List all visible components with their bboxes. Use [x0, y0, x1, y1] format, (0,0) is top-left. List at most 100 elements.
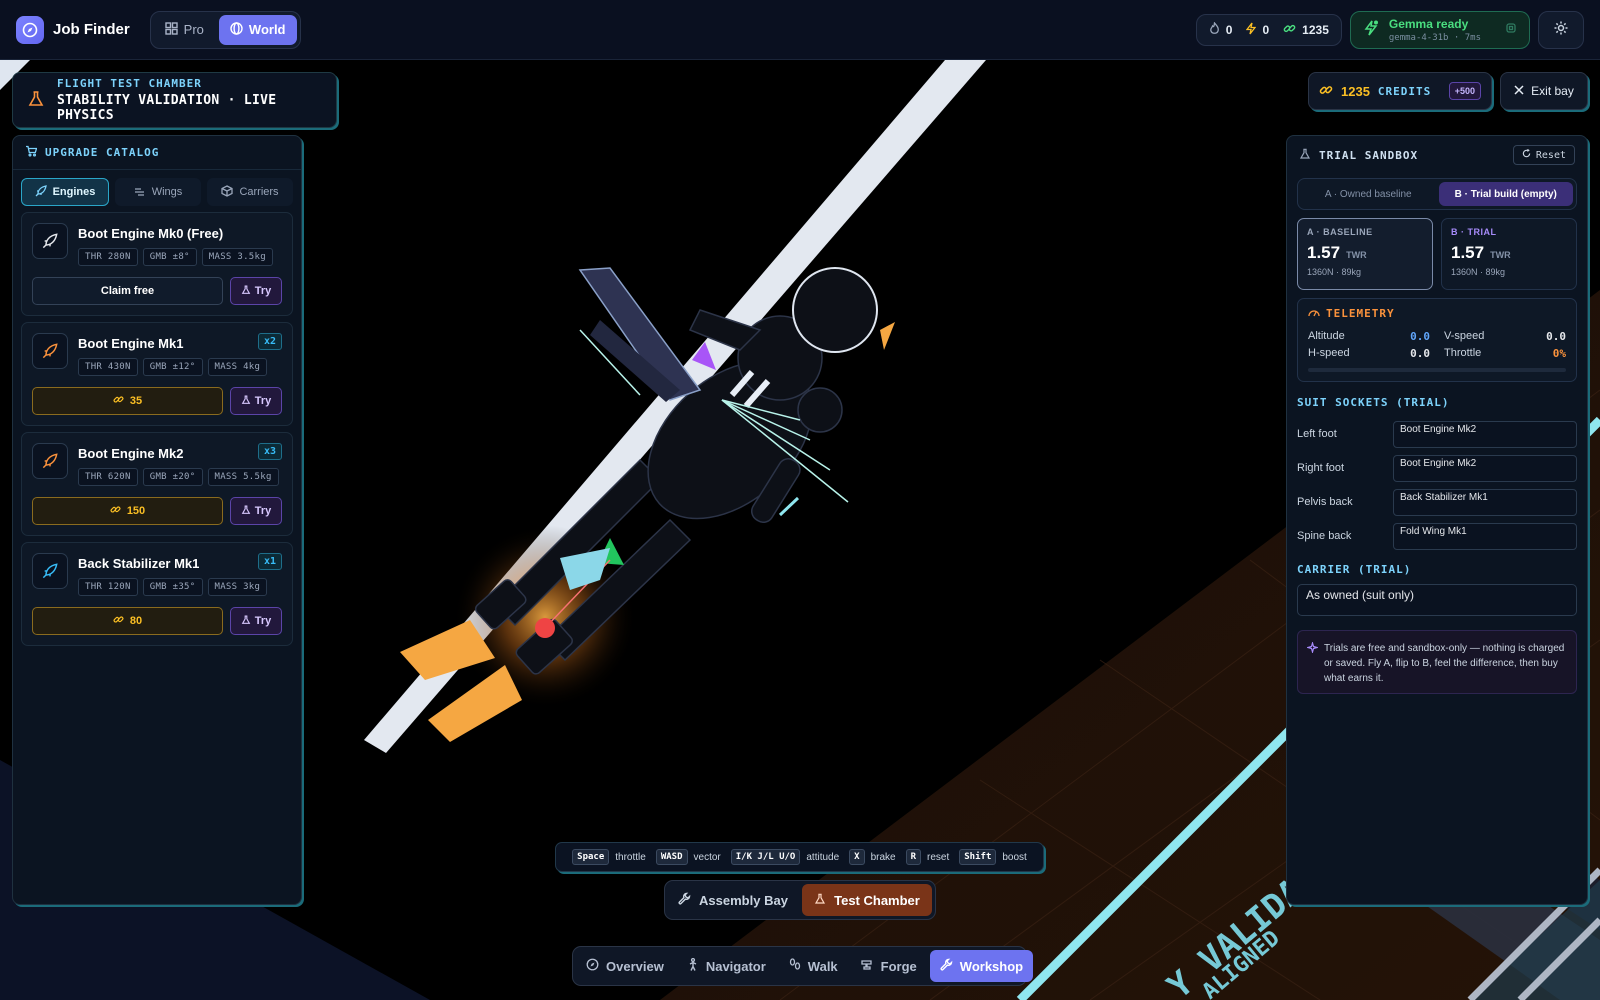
option-a-baseline[interactable]: A · Owned baseline: [1301, 182, 1436, 206]
try-label: Try: [254, 285, 272, 297]
ai-status[interactable]: Gemma ready gemma-4-31b · 7ms: [1349, 10, 1530, 49]
key-hint: Rreset: [905, 849, 950, 865]
item-name: Boot Engine Mk2: [78, 446, 184, 461]
baseline-meta: 1360N · 89kg: [1307, 267, 1362, 277]
wrench-icon: [678, 892, 691, 908]
catalog-title: UPGRADE CATALOG: [45, 146, 160, 159]
reset-button[interactable]: Reset: [1512, 145, 1575, 165]
credits-stat: 1235: [1283, 22, 1329, 38]
thrust-chip: THR 430N: [78, 358, 138, 376]
chamber-title: STABILITY VALIDATION · LIVE PHYSICS: [57, 93, 277, 123]
link-icon: [113, 614, 124, 628]
reset-label: Reset: [1535, 149, 1566, 161]
sockets-title: SUIT SOCKETS (TRIAL): [1297, 396, 1450, 409]
ab-toggle: A · Owned baseline B · Trial build (empt…: [1297, 178, 1577, 210]
add-credits-button[interactable]: +500: [1448, 82, 1481, 100]
owned-count-badge: x3: [257, 443, 282, 460]
compass-icon: [16, 15, 44, 44]
mass-chip: MASS 5.5kg: [207, 468, 279, 486]
key-label: X: [849, 849, 865, 865]
claim-free-button[interactable]: Claim free: [32, 277, 223, 305]
nav-overview[interactable]: Overview: [576, 950, 674, 982]
nav-forge-label: Forge: [880, 958, 917, 974]
brand[interactable]: Job Finder: [16, 15, 130, 44]
key-action: boost: [1002, 851, 1027, 863]
top-bar: Job Finder Pro World 0 0 1235 Gemma read…: [0, 0, 1600, 60]
tab-engines[interactable]: Engines: [21, 178, 109, 206]
try-button[interactable]: Try: [230, 387, 282, 415]
mode-world-label: World: [248, 22, 286, 37]
socket-label: Right foot: [1297, 462, 1345, 474]
socket-select-right-foot[interactable]: Boot Engine Mk2: [1393, 454, 1577, 482]
nav-navigator[interactable]: Navigator: [677, 950, 776, 982]
key-hint: Xbrake: [849, 849, 896, 865]
socket-label: Pelvis back: [1297, 496, 1353, 508]
link-icon: [110, 504, 121, 518]
key-label: R: [905, 849, 922, 865]
exit-bay-label: Exit bay: [1531, 84, 1574, 98]
key-hint: Shift boost: [959, 849, 1027, 865]
socket-select-pelvis-back[interactable]: Back Stabilizer Mk1: [1393, 488, 1577, 516]
try-button[interactable]: Try: [230, 277, 282, 305]
link-icon: [1283, 22, 1296, 38]
tab-carriers[interactable]: Carriers: [207, 178, 293, 206]
test-chamber-button[interactable]: Test Chamber: [802, 884, 932, 916]
buy-button[interactable]: 150: [32, 497, 223, 525]
buy-button[interactable]: 80: [32, 607, 223, 635]
altitude-value: 0.0: [1410, 330, 1430, 343]
socket-select-spine-back[interactable]: Fold Wing Mk1: [1393, 522, 1577, 550]
price-label: 35: [129, 395, 143, 407]
try-button[interactable]: Try: [230, 607, 282, 635]
energy-stat: 0: [1246, 22, 1269, 38]
nav-workshop[interactable]: Workshop: [929, 950, 1034, 982]
gimbal-chip: GMB ±35°: [142, 578, 203, 596]
key-action: attitude: [806, 851, 840, 863]
key-label: WASD: [655, 849, 688, 865]
socket-row: Spine back Fold Wing Mk1: [1297, 519, 1577, 553]
assembly-bay-button[interactable]: Assembly Bay: [668, 884, 798, 916]
sparkle-icon: [1305, 640, 1320, 658]
hspeed-value: 0.0: [1410, 347, 1430, 360]
socket-select-left-foot[interactable]: Boot Engine Mk2: [1393, 420, 1577, 448]
item-name: Boot Engine Mk0 (Free): [78, 226, 224, 241]
mass-chip: MASS 3.5kg: [201, 248, 273, 266]
trial-meta: 1360N · 89kg: [1451, 267, 1506, 277]
key-action: brake: [870, 851, 896, 863]
close-icon: [1514, 84, 1524, 98]
thrust-chip: THR 280N: [78, 248, 138, 266]
try-button[interactable]: Try: [230, 497, 282, 525]
baseline-twr: 1.57: [1307, 243, 1341, 262]
flask-icon: [241, 395, 251, 408]
settings-button[interactable]: [1538, 10, 1584, 49]
mode-world-button[interactable]: World: [218, 14, 297, 45]
item-name: Back Stabilizer Mk1: [78, 556, 200, 571]
vspeed-label: V-speed: [1444, 330, 1485, 342]
key-action: reset: [927, 851, 950, 863]
person-icon: [687, 957, 699, 974]
energy-value: 0: [1262, 22, 1270, 37]
sandbox-note: Trials are free and sandbox-only — nothi…: [1297, 630, 1577, 694]
credits-amount: 1235: [1341, 83, 1370, 99]
baseline-card[interactable]: A · BASELINE 1.57 TWR 1360N · 89kg: [1297, 218, 1433, 290]
tab-wings[interactable]: Wings: [115, 178, 201, 206]
carrier-title: CARRIER (TRIAL): [1297, 563, 1412, 576]
sandbox-note-text: Trials are free and sandbox-only — nothi…: [1324, 643, 1565, 684]
socket-row: Left foot Boot Engine Mk2: [1297, 417, 1577, 451]
main-nav: Overview Navigator Walk Forge Workshop: [572, 946, 1034, 986]
flask-icon: [241, 285, 251, 298]
mode-pro-button[interactable]: Pro: [154, 15, 215, 45]
carrier-select[interactable]: As owned (suit only): [1297, 584, 1577, 616]
chip-icon[interactable]: [1505, 22, 1517, 37]
exit-bay-button[interactable]: Exit bay: [1500, 72, 1588, 110]
nav-overview-label: Overview: [606, 958, 664, 974]
nav-walk[interactable]: Walk: [779, 950, 848, 982]
chamber-header: FLIGHT TEST CHAMBER STABILITY VALIDATION…: [12, 72, 337, 128]
option-b-trial[interactable]: B · Trial build (empty): [1438, 182, 1573, 206]
hspeed-label: H-speed: [1308, 347, 1350, 359]
ai-status-title: Gemma ready: [1388, 16, 1469, 31]
streak-value: 0: [1225, 22, 1233, 37]
trial-card[interactable]: B · TRIAL 1.57 TWR 1360N · 89kg: [1441, 218, 1577, 290]
nav-forge[interactable]: Forge: [851, 950, 927, 982]
buy-button[interactable]: 35: [32, 387, 223, 415]
bay-switch: Assembly Bay Test Chamber: [664, 880, 936, 920]
